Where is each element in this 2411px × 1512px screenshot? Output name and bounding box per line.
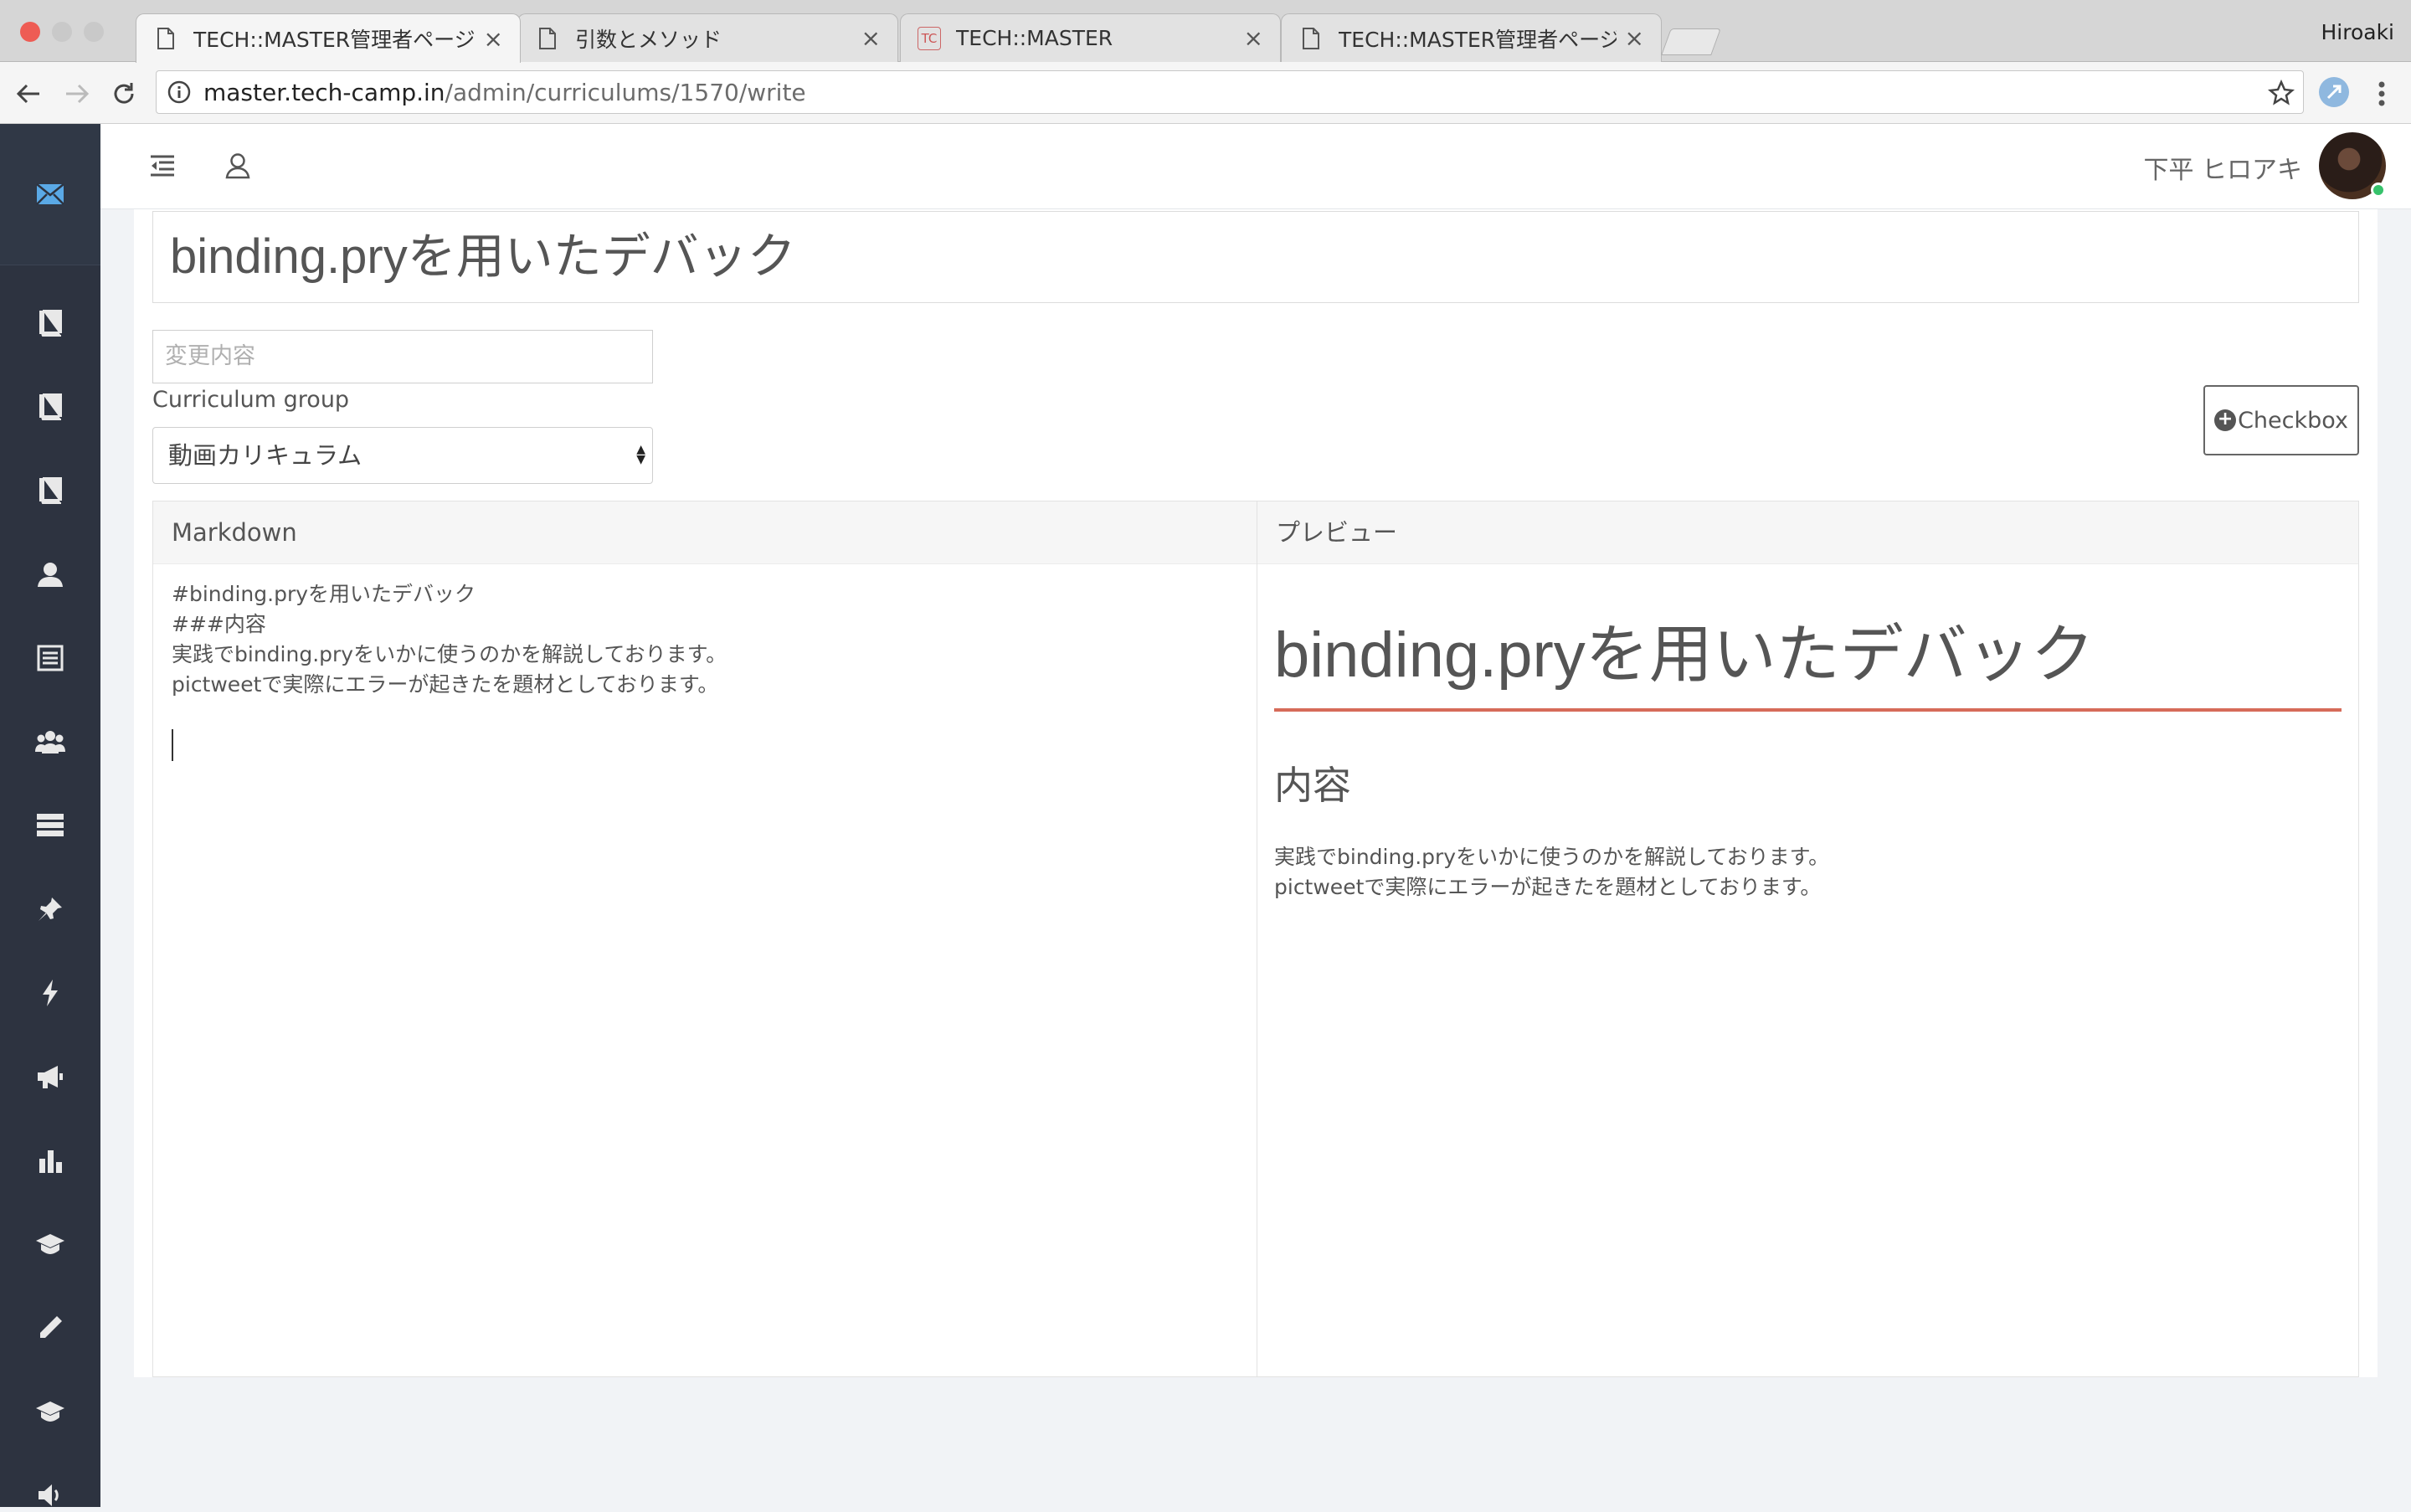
preview-title: binding.pryを用いたデバック [1274, 603, 2342, 712]
address-bar[interactable]: master.tech-camp.in/admin/curriculums/15… [156, 70, 2304, 114]
window-close-button[interactable] [20, 22, 40, 42]
sidebar [0, 124, 100, 1507]
browser-profile-name[interactable]: Hiroaki [2321, 20, 2394, 44]
megaphone-icon[interactable] [33, 1060, 67, 1093]
preview-line: 実践でbinding.pryをいかに使うのかを解説しております。 [1274, 845, 1830, 869]
curriculum-group-label: Curriculum group [152, 387, 350, 413]
bookmark-star-icon[interactable] [2268, 79, 2295, 112]
preview-subheading: 内容 [1274, 763, 1351, 808]
tab-title: TECH::MASTER管理者ページ [1339, 27, 1617, 52]
curriculum-group-select[interactable]: 動画カリキュラム ▲ ▼ [152, 427, 653, 484]
tab-close-icon[interactable]: × [861, 24, 881, 52]
url-host: master.tech-camp.in [203, 78, 445, 106]
preview-paragraph: 実践でbinding.pryをいかに使うのかを解説しております。 pictwee… [1274, 842, 2358, 903]
pin-icon[interactable] [33, 892, 67, 926]
browser-tab-1[interactable]: TECH::MASTER管理者ページ × [136, 13, 521, 63]
tab-close-icon[interactable]: × [1244, 24, 1263, 52]
markdown-line: #binding.pryを用いたデバック [172, 582, 476, 606]
select-arrows-icon: ▲ ▼ [636, 443, 645, 466]
book-icon[interactable] [33, 306, 67, 340]
text-caret [172, 729, 173, 761]
page-icon [535, 26, 560, 51]
markdown-line: pictweetで実際にエラーが起きたを題材としております。 [172, 672, 719, 697]
markdown-line: 実践でbinding.pryをいかに使うのかを解説しております。 [172, 642, 727, 666]
app-header: 下平 ヒロアキ [100, 124, 2411, 209]
preview-panel-heading: プレビュー [1257, 501, 2358, 564]
tab-title: 引数とメソッド [575, 27, 722, 52]
book-icon[interactable] [33, 390, 67, 424]
url-path: /admin/curriculums/1570/write [445, 78, 806, 106]
tab-close-icon[interactable]: × [484, 25, 503, 53]
browser-tab-2[interactable]: 引数とメソッド × [517, 13, 898, 62]
title-input[interactable]: binding.pryを用いたデバック [152, 211, 2359, 303]
tab-title: TECH::MASTER [956, 26, 1113, 50]
forward-icon[interactable] [60, 77, 94, 111]
sidebar-toggle-icon[interactable] [146, 149, 179, 183]
browser-toolbar: master.tech-camp.in/admin/curriculums/15… [0, 62, 2411, 124]
info-icon[interactable] [167, 80, 192, 105]
volume-icon[interactable] [33, 1479, 67, 1512]
preview-line: pictweetで実際にエラーが起きたを題材としております。 [1274, 875, 1822, 899]
bolt-icon[interactable] [33, 976, 67, 1010]
window-zoom-button[interactable] [84, 22, 104, 42]
browser-menu-icon[interactable] [2369, 77, 2394, 111]
page-icon [153, 26, 178, 51]
browser-tab-4[interactable]: TECH::MASTER管理者ページ × [1281, 13, 1662, 62]
markdown-panel: Markdown #binding.pryを用いたデバック ###内容 実践でb… [152, 501, 1257, 1377]
tc-favicon: TC [918, 26, 941, 50]
tab-title: TECH::MASTER管理者ページ [193, 28, 476, 52]
checkbox-button-label: Checkbox [2238, 407, 2348, 434]
browser-tab-strip: TECH::MASTER管理者ページ × 引数とメソッド × TC TECH::… [0, 0, 2411, 63]
bar-chart-icon[interactable] [33, 1144, 67, 1177]
online-status-dot [2371, 183, 2386, 198]
markdown-editor[interactable]: #binding.pryを用いたデバック ###内容 実践でbinding.pr… [153, 564, 1257, 700]
graduation-cap-icon[interactable] [33, 1395, 67, 1428]
window-minimize-button[interactable] [52, 22, 72, 42]
list-icon[interactable] [33, 641, 67, 675]
tab-close-icon[interactable]: × [1625, 24, 1644, 52]
preview-panel: プレビュー binding.pryを用いたデバック 内容 実践でbinding.… [1257, 501, 2359, 1377]
plus-circle-icon: + [2214, 409, 2237, 431]
back-icon[interactable] [12, 77, 45, 111]
users-icon[interactable] [33, 725, 67, 759]
reload-icon[interactable] [107, 77, 141, 111]
curriculum-group-selected: 動画カリキュラム [168, 441, 362, 470]
user-name[interactable]: 下平 ヒロアキ [2143, 149, 2302, 186]
user-icon[interactable] [33, 558, 67, 591]
pencil-icon[interactable] [33, 1311, 67, 1345]
add-checkbox-button[interactable]: + Checkbox [2203, 385, 2359, 455]
change-description-input[interactable]: 変更内容 [152, 330, 653, 383]
sidebar-brand [0, 124, 100, 265]
browser-tab-3[interactable]: TC TECH::MASTER × [900, 13, 1281, 62]
markdown-line: ###内容 [172, 612, 266, 636]
markdown-panel-heading: Markdown [153, 501, 1257, 564]
user-outline-icon[interactable] [221, 149, 254, 183]
mail-icon[interactable] [33, 177, 67, 211]
graduation-cap-icon[interactable] [33, 1227, 67, 1261]
server-icon[interactable] [33, 809, 67, 842]
extension-icon[interactable] [2319, 77, 2349, 107]
new-tab-button[interactable] [1661, 28, 1721, 55]
page-icon [1298, 26, 1324, 51]
book-icon[interactable] [33, 474, 67, 507]
